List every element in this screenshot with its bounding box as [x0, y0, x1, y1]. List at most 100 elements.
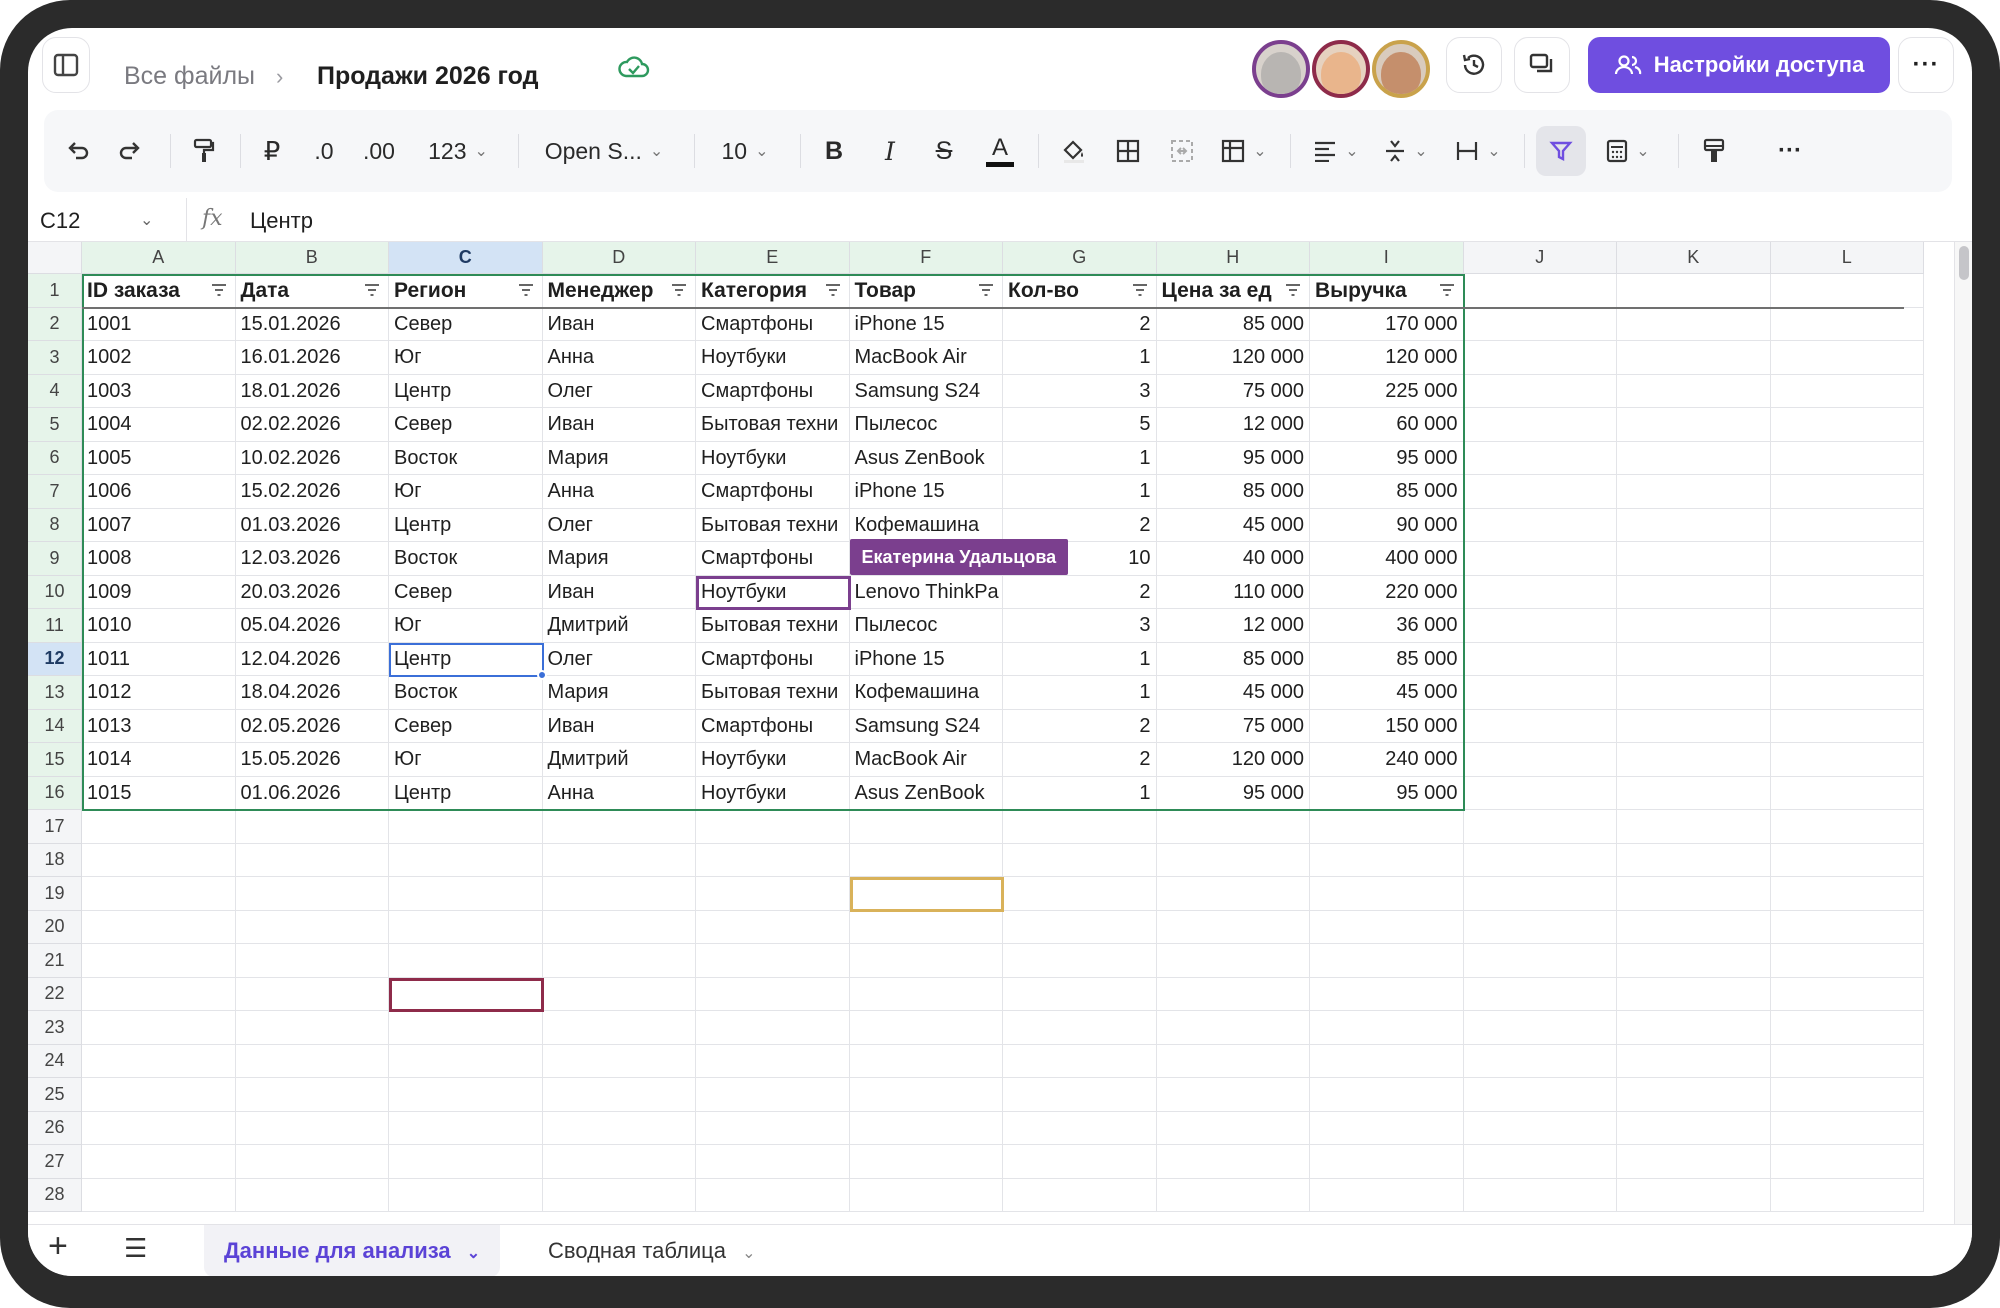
table-cell[interactable]: 12.04.2026 — [235, 642, 389, 676]
table-cell[interactable]: 1 — [1003, 642, 1157, 676]
empty-cell[interactable] — [1156, 877, 1310, 911]
table-cell[interactable]: 20.03.2026 — [235, 575, 389, 609]
table-cell[interactable]: Пылесос — [849, 408, 1003, 442]
row-header-12[interactable]: 12 — [28, 642, 82, 676]
empty-cell[interactable] — [235, 1044, 389, 1078]
table-cell[interactable]: 1 — [1003, 441, 1157, 475]
row-header-13[interactable]: 13 — [28, 676, 82, 710]
empty-cell[interactable] — [1617, 676, 1771, 710]
empty-cell[interactable] — [1770, 374, 1924, 408]
table-cell[interactable]: 2 — [1003, 743, 1157, 777]
empty-cell[interactable] — [1310, 843, 1464, 877]
empty-cell[interactable] — [1617, 1145, 1771, 1179]
row-header-26[interactable]: 26 — [28, 1111, 82, 1145]
table-cell[interactable]: 2 — [1003, 508, 1157, 542]
empty-cell[interactable] — [82, 1011, 236, 1045]
empty-cell[interactable] — [696, 810, 850, 844]
horizontal-align-dropdown[interactable]: ⌄ — [1306, 110, 1366, 192]
empty-cell[interactable] — [389, 877, 543, 911]
empty-cell[interactable] — [1156, 977, 1310, 1011]
row-header-17[interactable]: 17 — [28, 810, 82, 844]
table-cell[interactable]: Дмитрий — [542, 609, 696, 643]
row-header-21[interactable]: 21 — [28, 944, 82, 978]
table-cell[interactable]: Samsung S24 — [849, 709, 1003, 743]
empty-cell[interactable] — [696, 977, 850, 1011]
empty-cell[interactable] — [1770, 1145, 1924, 1179]
select-all-corner[interactable] — [28, 242, 82, 274]
empty-cell[interactable] — [235, 1178, 389, 1212]
table-cell[interactable]: Север — [389, 709, 543, 743]
table-cell[interactable]: 1 — [1003, 341, 1157, 375]
table-cell[interactable]: 01.06.2026 — [235, 776, 389, 810]
column-header-d[interactable]: D — [542, 242, 696, 274]
empty-cell[interactable] — [235, 910, 389, 944]
empty-cell[interactable] — [1463, 374, 1617, 408]
empty-cell[interactable] — [1003, 1011, 1157, 1045]
table-cell[interactable]: iPhone 15 — [849, 475, 1003, 509]
table-cell[interactable]: 40 000 — [1156, 542, 1310, 576]
empty-cell[interactable] — [1617, 776, 1771, 810]
table-cell[interactable]: 220 000 — [1310, 575, 1464, 609]
table-cell[interactable]: Asus ZenBook — [849, 776, 1003, 810]
empty-cell[interactable] — [1003, 944, 1157, 978]
empty-cell[interactable] — [389, 810, 543, 844]
table-cell[interactable]: Восток — [389, 676, 543, 710]
empty-cell[interactable] — [542, 1078, 696, 1112]
column-filter-icon[interactable] — [978, 283, 994, 297]
empty-cell[interactable] — [1617, 341, 1771, 375]
column-header-k[interactable]: K — [1617, 242, 1771, 274]
table-cell[interactable]: 1014 — [82, 743, 236, 777]
table-cell[interactable]: Центр — [389, 508, 543, 542]
empty-cell[interactable] — [1156, 1044, 1310, 1078]
empty-cell[interactable] — [696, 944, 850, 978]
table-cell[interactable]: 75 000 — [1156, 374, 1310, 408]
empty-cell[interactable] — [1463, 944, 1617, 978]
empty-cell[interactable] — [1003, 810, 1157, 844]
empty-cell[interactable] — [235, 877, 389, 911]
table-cell[interactable]: 1004 — [82, 408, 236, 442]
empty-cell[interactable] — [542, 1011, 696, 1045]
empty-cell[interactable] — [1310, 944, 1464, 978]
table-cell[interactable]: Смартфоны — [696, 374, 850, 408]
empty-cell[interactable] — [82, 877, 236, 911]
table-cell[interactable]: 95 000 — [1156, 776, 1310, 810]
row-header-10[interactable]: 10 — [28, 575, 82, 609]
empty-cell[interactable] — [389, 1145, 543, 1179]
empty-cell[interactable] — [1463, 642, 1617, 676]
empty-cell[interactable] — [696, 910, 850, 944]
empty-cell[interactable] — [1003, 843, 1157, 877]
table-cell[interactable]: 85 000 — [1156, 475, 1310, 509]
empty-cell[interactable] — [542, 1111, 696, 1145]
row-header-25[interactable]: 25 — [28, 1078, 82, 1112]
empty-cell[interactable] — [1156, 910, 1310, 944]
empty-cell[interactable] — [235, 1111, 389, 1145]
currency-format-button[interactable]: ₽ — [252, 110, 292, 192]
table-header-cell[interactable]: Кол-во — [1003, 274, 1157, 308]
empty-cell[interactable] — [1770, 944, 1924, 978]
empty-cell[interactable] — [82, 843, 236, 877]
spreadsheet-grid[interactable]: ABCDEFGHIJKL 1 2 3 4 5 6 7 8 9 10 11 12 13 14 15 16 17 18… — [28, 242, 1972, 1234]
empty-cell[interactable] — [542, 1145, 696, 1179]
row-header-27[interactable]: 27 — [28, 1145, 82, 1179]
decrease-decimal-button[interactable]: .0 — [304, 110, 344, 192]
empty-cell[interactable] — [1156, 1111, 1310, 1145]
table-cell[interactable]: Lenovo ThinkPa — [849, 575, 1003, 609]
column-header-f[interactable]: F — [849, 242, 1003, 274]
empty-cell[interactable] — [1617, 408, 1771, 442]
table-cell[interactable]: Пылесос — [849, 609, 1003, 643]
row-header-6[interactable]: 6 — [28, 441, 82, 475]
empty-cell[interactable] — [1770, 743, 1924, 777]
empty-cell[interactable] — [1617, 1111, 1771, 1145]
empty-cell[interactable] — [1770, 877, 1924, 911]
empty-cell[interactable] — [82, 910, 236, 944]
italic-button[interactable]: I — [870, 110, 910, 192]
empty-cell[interactable] — [1617, 374, 1771, 408]
column-filter-icon[interactable] — [825, 283, 841, 297]
table-cell[interactable]: 1010 — [82, 609, 236, 643]
column-header-j[interactable]: J — [1463, 242, 1617, 274]
empty-cell[interactable] — [1617, 910, 1771, 944]
table-cell[interactable]: 60 000 — [1310, 408, 1464, 442]
table-cell[interactable]: 1012 — [82, 676, 236, 710]
table-cell[interactable]: 85 000 — [1310, 642, 1464, 676]
empty-cell[interactable] — [235, 810, 389, 844]
